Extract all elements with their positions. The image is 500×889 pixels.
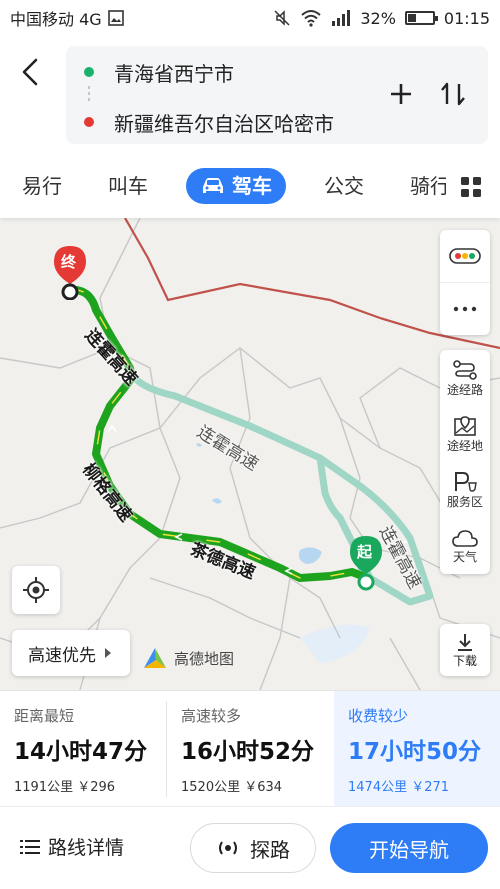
- status-bar: 中国移动 4G 32% 01:15: [0, 0, 500, 36]
- traffic-toggle-button[interactable]: [440, 230, 490, 282]
- locate-button[interactable]: [12, 566, 60, 614]
- route-option-meta: 1191公里 ￥296: [14, 776, 166, 795]
- route-options: 距离最短 14小时47分 1191公里 ￥296 高速较多 16小时52分 15…: [0, 690, 500, 807]
- map-tool-panel-top: [440, 230, 490, 335]
- route-preference-label: 高速优先: [28, 645, 96, 666]
- transport-tabs: 易行 叫车 驾车 公交 骑行: [0, 154, 500, 218]
- tab-bus[interactable]: 公交: [324, 168, 364, 204]
- carrier-text: 中国移动 4G: [10, 10, 102, 29]
- back-arrow-icon[interactable]: [16, 54, 48, 90]
- explore-route-label: 探路: [250, 837, 290, 862]
- route-option-tag: 距离最短: [14, 707, 75, 725]
- destination-field[interactable]: 新疆维吾尔自治区哈密市: [66, 104, 366, 140]
- destination-text: 新疆维吾尔自治区哈密市: [114, 111, 334, 136]
- route-details-button[interactable]: 路线详情: [20, 833, 124, 860]
- more-icon: [453, 306, 477, 312]
- waypoint-route-label: 途经路: [446, 382, 483, 397]
- tab-yixing[interactable]: 易行: [22, 168, 62, 204]
- grid-menu-icon[interactable]: [460, 176, 482, 198]
- route-option-distance: 1191公里: [14, 780, 74, 795]
- waypoint-route-button[interactable]: 途经路: [440, 350, 490, 406]
- waypoint-route-icon: [453, 359, 477, 380]
- route-preference-button[interactable]: 高速优先: [12, 630, 130, 676]
- service-area-label: 服务区: [446, 494, 483, 509]
- route-connector: [88, 86, 90, 104]
- amap-logo-text: 高德地图: [174, 649, 235, 668]
- route-option-meta: 1520公里 ￥634: [181, 776, 333, 795]
- route-option-time: 16小时52分: [181, 739, 315, 765]
- add-waypoint-icon[interactable]: [384, 76, 418, 112]
- route-option-shortest[interactable]: 距离最短 14小时47分 1191公里 ￥296: [0, 691, 166, 807]
- route-input-card: 青海省西宁市 新疆维吾尔自治区哈密市: [66, 46, 488, 144]
- river-basin: [300, 624, 370, 663]
- signal-icon: [332, 10, 351, 26]
- tab-taxi[interactable]: 叫车: [108, 168, 148, 204]
- mute-icon: [274, 10, 290, 26]
- route-option-meta: 1474公里 ￥271: [348, 776, 500, 795]
- origin-dot: [84, 67, 94, 77]
- map-tool-panel-bottom: 途经路 途经地 服务区 天气: [440, 350, 490, 574]
- route-option-time: 14小时47分: [14, 739, 148, 765]
- battery-icon: [404, 11, 438, 25]
- route-option-highway[interactable]: 高速较多 16小时52分 1520公里 ￥634: [167, 691, 333, 807]
- route-option-time: 17小时50分: [348, 739, 482, 765]
- battery-percent: 32%: [360, 8, 396, 28]
- clock: 01:15: [443, 8, 490, 28]
- route-option-low-toll[interactable]: 收费较少 17小时50分 1474公里 ￥271: [334, 691, 500, 807]
- bottom-action-bar: 路线详情 探路 开始导航: [0, 806, 500, 889]
- weather-button[interactable]: 天气: [440, 518, 490, 574]
- destination-dot: [84, 117, 94, 127]
- image-notification-icon: [107, 10, 124, 26]
- app-screen: 中国移动 4G 32% 01:15 青海省西宁市 新疆维吾尔自治区哈密市 易行 …: [0, 0, 500, 889]
- route-details-label: 路线详情: [48, 837, 125, 859]
- origin-text: 青海省西宁市: [114, 61, 234, 86]
- explore-route-button[interactable]: 探路: [190, 823, 316, 873]
- swap-icon[interactable]: [436, 76, 470, 112]
- tab-ride[interactable]: 骑行: [410, 168, 446, 204]
- origin-field[interactable]: 青海省西宁市: [66, 54, 366, 90]
- route-option-toll: ￥271: [411, 780, 450, 795]
- route-option-distance: 1474公里: [348, 780, 408, 795]
- amap-logo: 高德地图: [142, 646, 234, 670]
- offline-download-button[interactable]: 下载: [440, 624, 490, 676]
- broadcast-icon: [219, 841, 237, 855]
- service-area-button[interactable]: 服务区: [440, 462, 490, 518]
- waypoint-place-label: 途经地: [446, 438, 483, 453]
- end-marker-label: 终: [61, 253, 77, 271]
- waypoint-place-icon: [454, 415, 476, 436]
- route-option-toll: ￥634: [244, 780, 283, 795]
- download-icon: [458, 633, 472, 651]
- route-option-tag: 高速较多: [181, 707, 242, 725]
- route-option-tag: 收费较少: [348, 707, 409, 725]
- list-icon: [20, 839, 40, 854]
- tab-drive-label: 驾车: [232, 174, 272, 198]
- lake: [212, 498, 222, 504]
- service-area-icon: [455, 471, 477, 492]
- traffic-light-icon: [449, 248, 481, 264]
- map-view[interactable]: 终 起 连霍高速 连霍高速 柳格高速 茶德高速 连霍高速 途经路 途经地 服务区…: [0, 218, 500, 690]
- route-header: 青海省西宁市 新疆维吾尔自治区哈密市: [0, 36, 500, 154]
- wifi-icon: [301, 10, 321, 27]
- amap-logo-icon: [144, 648, 166, 668]
- start-marker-label: 起: [357, 543, 373, 561]
- waypoint-place-button[interactable]: 途经地: [440, 406, 490, 462]
- weather-label: 天气: [452, 549, 477, 564]
- tab-drive[interactable]: 驾车: [186, 168, 286, 204]
- lake: [298, 547, 322, 564]
- more-button[interactable]: [440, 283, 490, 335]
- car-icon: [203, 178, 223, 193]
- locate-icon: [23, 577, 49, 603]
- start-navigation-button[interactable]: 开始导航: [330, 823, 488, 873]
- download-label: 下载: [452, 653, 477, 668]
- route-option-toll: ￥296: [77, 780, 116, 795]
- weather-icon: [452, 529, 478, 547]
- route-option-distance: 1520公里: [181, 780, 241, 795]
- caret-right-icon: [105, 648, 111, 658]
